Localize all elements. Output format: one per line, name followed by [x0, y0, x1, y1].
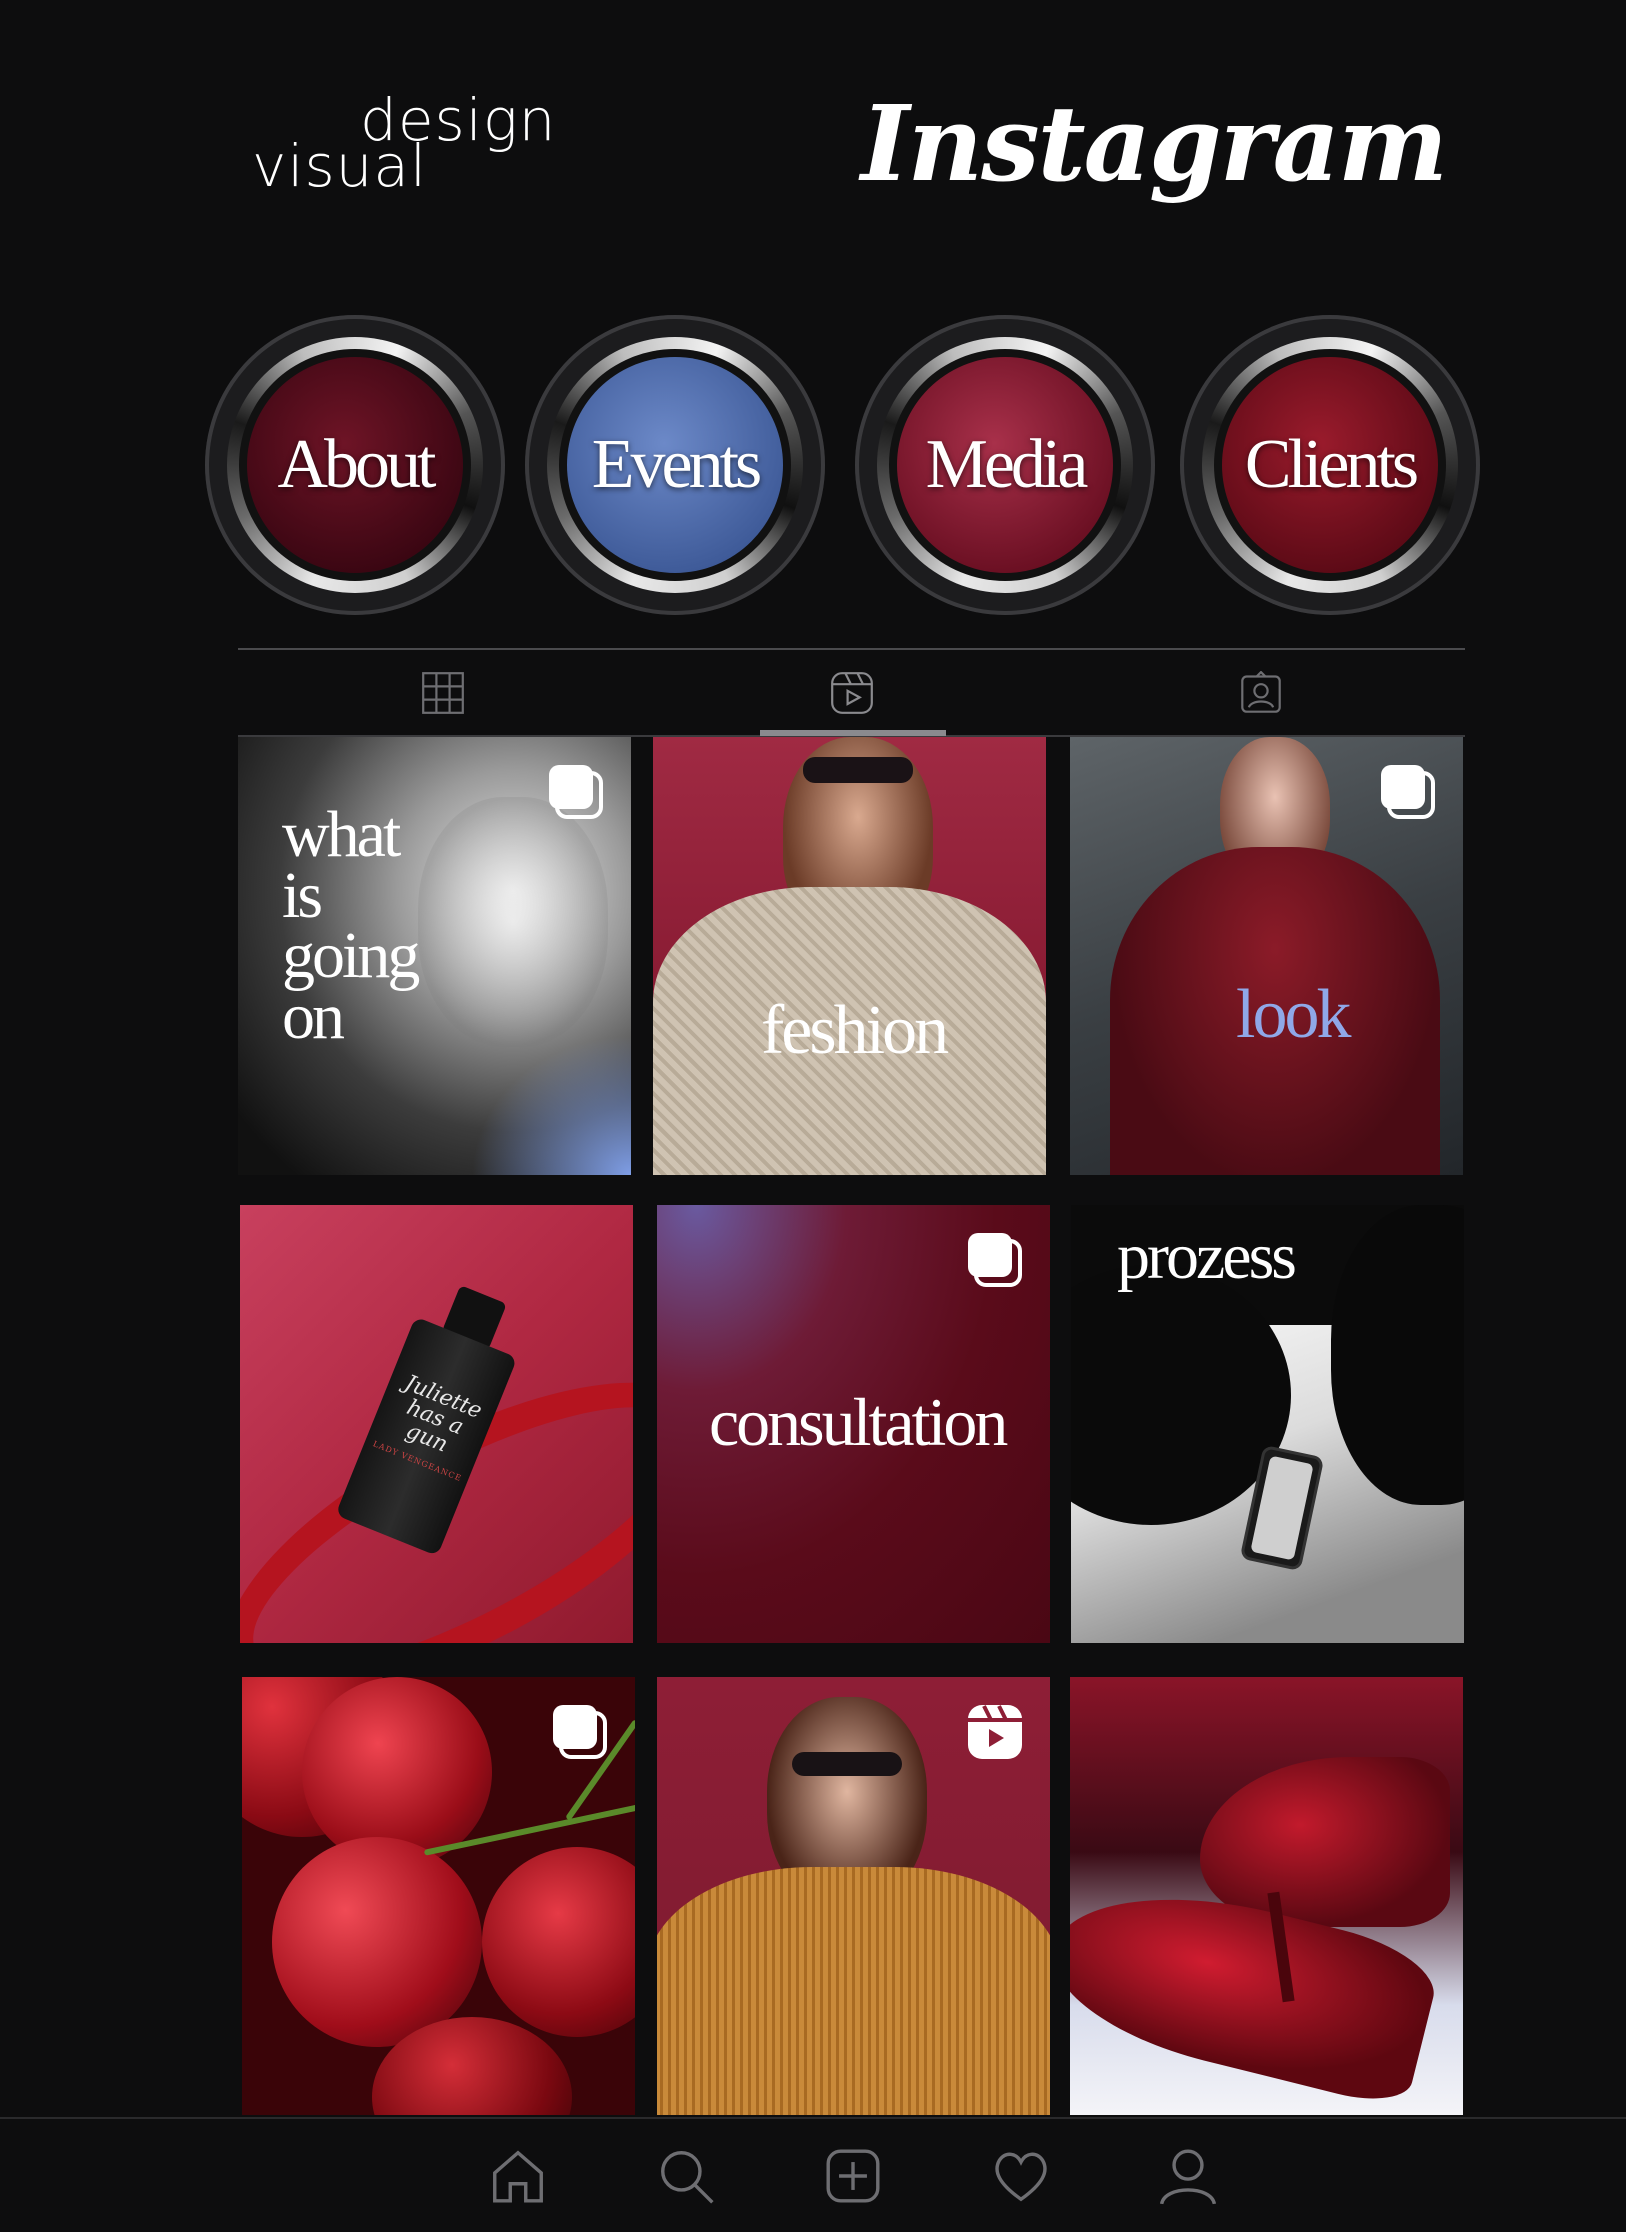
post-fringe-jacket[interactable]	[657, 1677, 1050, 2115]
post-caption: look	[1236, 976, 1351, 1053]
post-perfume[interactable]: Juliette has a gun LADY VENGEANCE	[240, 1205, 633, 1643]
add-post-icon	[826, 2149, 880, 2203]
post-caption: prozess	[1117, 1220, 1297, 1293]
highlight-label: Events	[591, 426, 763, 503]
brand-logo: design visual	[252, 86, 572, 200]
highlight-label: Clients	[1244, 426, 1419, 503]
carousel-icon	[968, 1233, 1022, 1287]
photo-blue-glow	[471, 1035, 631, 1175]
post-look[interactable]: look	[1070, 737, 1463, 1175]
highlight-events[interactable]: Events	[525, 315, 825, 615]
carousel-icon	[1381, 765, 1435, 819]
photo-fringe-jacket	[657, 1867, 1050, 2115]
instagram-wordmark: Instagram	[860, 82, 1448, 205]
reels-icon	[830, 672, 873, 714]
divider	[238, 648, 1465, 650]
search-icon	[661, 2151, 714, 2204]
carousel-icon	[553, 1705, 607, 1759]
tagged-icon	[1240, 671, 1281, 713]
tab-grid[interactable]	[238, 652, 647, 734]
post-grid: what is going on feshion look Juliette h…	[238, 737, 1464, 2117]
brand-line-visual: visual	[252, 132, 428, 200]
nav-add-post[interactable]	[820, 2143, 886, 2209]
post-cherries[interactable]	[242, 1677, 635, 2115]
active-tab-indicator	[760, 730, 946, 736]
post-caption: feshion	[761, 992, 949, 1069]
highlight-media[interactable]: Media	[855, 315, 1155, 615]
carousel-icon	[549, 765, 603, 819]
highlight-clients[interactable]: Clients	[1180, 315, 1480, 615]
post-caption: consultation	[709, 1384, 1008, 1460]
post-consultation[interactable]: consultation	[657, 1205, 1050, 1643]
highlight-label: Media	[925, 426, 1089, 503]
profile-icon	[1159, 2149, 1217, 2205]
photo-sunglasses	[792, 1752, 902, 1776]
reels-icon	[968, 1705, 1022, 1759]
highlight-label: About	[277, 426, 437, 503]
photo-heel-shoe	[1200, 1757, 1450, 1927]
photo-blur-face	[418, 797, 608, 1047]
profile-tabs	[238, 652, 1465, 734]
nav-home[interactable]	[485, 2143, 551, 2209]
highlight-about[interactable]: About	[205, 315, 505, 615]
nav-activity[interactable]	[988, 2143, 1054, 2209]
post-red-heels[interactable]	[1070, 1677, 1463, 2115]
post-caption: what is going on	[282, 798, 420, 1054]
post-what-is-going-on[interactable]: what is going on	[238, 737, 631, 1175]
home-icon	[493, 2150, 543, 2203]
bottom-nav	[0, 2117, 1626, 2232]
nav-profile[interactable]	[1155, 2143, 1221, 2209]
photo-sunglasses	[803, 757, 913, 783]
grid-icon	[421, 672, 464, 714]
tab-reels[interactable]	[647, 652, 1056, 734]
story-highlights: About Events Media Clients	[205, 315, 1480, 620]
tab-tagged[interactable]	[1056, 652, 1465, 734]
heart-icon	[995, 2152, 1047, 2202]
post-feshion[interactable]: feshion	[653, 737, 1046, 1175]
nav-search[interactable]	[653, 2143, 719, 2209]
post-prozess[interactable]: prozess	[1071, 1205, 1464, 1643]
